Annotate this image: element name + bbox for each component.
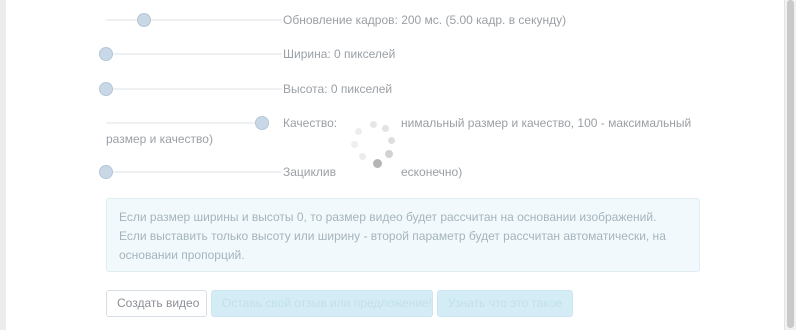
spinner-dot <box>370 121 377 128</box>
width-slider-handle[interactable] <box>99 47 113 61</box>
spinner-dot <box>373 159 382 168</box>
quality-slider-track[interactable] <box>106 122 266 124</box>
learn-more-button[interactable]: Узнать что это такое <box>437 290 573 317</box>
spinner-dot <box>351 141 358 148</box>
main-panel: Обновление кадров: 200 мс. (5.00 кадр. в… <box>6 0 784 330</box>
spinner-dot <box>355 128 362 135</box>
height-label: Высота: 0 пикселей <box>283 82 393 96</box>
feedback-button[interactable]: Оставь свой отзыв или предложение! <box>211 290 433 317</box>
loop-label-start: Зациклив <box>283 165 336 179</box>
loop-slider-handle[interactable] <box>99 165 113 179</box>
spinner-dot <box>359 153 366 160</box>
fps-slider-track[interactable] <box>106 19 282 21</box>
fps-label: Обновление кадров: 200 мс. (5.00 кадр. в… <box>283 13 567 27</box>
spinner-dot <box>382 125 389 132</box>
quality-label-middle: нимальный размер и качество, 100 - макси… <box>401 116 692 130</box>
width-slider-track[interactable] <box>106 53 282 55</box>
vertical-scrollbar[interactable] <box>784 0 796 330</box>
loop-slider-track[interactable] <box>106 171 282 173</box>
height-slider-track[interactable] <box>106 88 282 90</box>
info-alert: Если размер ширины и высоты 0, то размер… <box>106 198 700 272</box>
spinner-dot <box>388 137 395 144</box>
quality-label-wrap: размер и качество) <box>106 132 213 146</box>
create-video-button[interactable]: Создать видео <box>106 290 207 317</box>
width-label: Ширина: 0 пикселей <box>283 47 396 61</box>
quality-slider-handle[interactable] <box>255 116 269 130</box>
loading-spinner-icon <box>347 119 401 173</box>
fps-slider-handle[interactable] <box>137 13 151 27</box>
loop-label-end: есконечно) <box>401 165 463 179</box>
scrollbar-thumb[interactable] <box>787 0 794 328</box>
quality-label-start: Качество: <box>283 116 338 130</box>
height-slider-handle[interactable] <box>99 82 113 96</box>
spinner-dot <box>385 150 393 158</box>
